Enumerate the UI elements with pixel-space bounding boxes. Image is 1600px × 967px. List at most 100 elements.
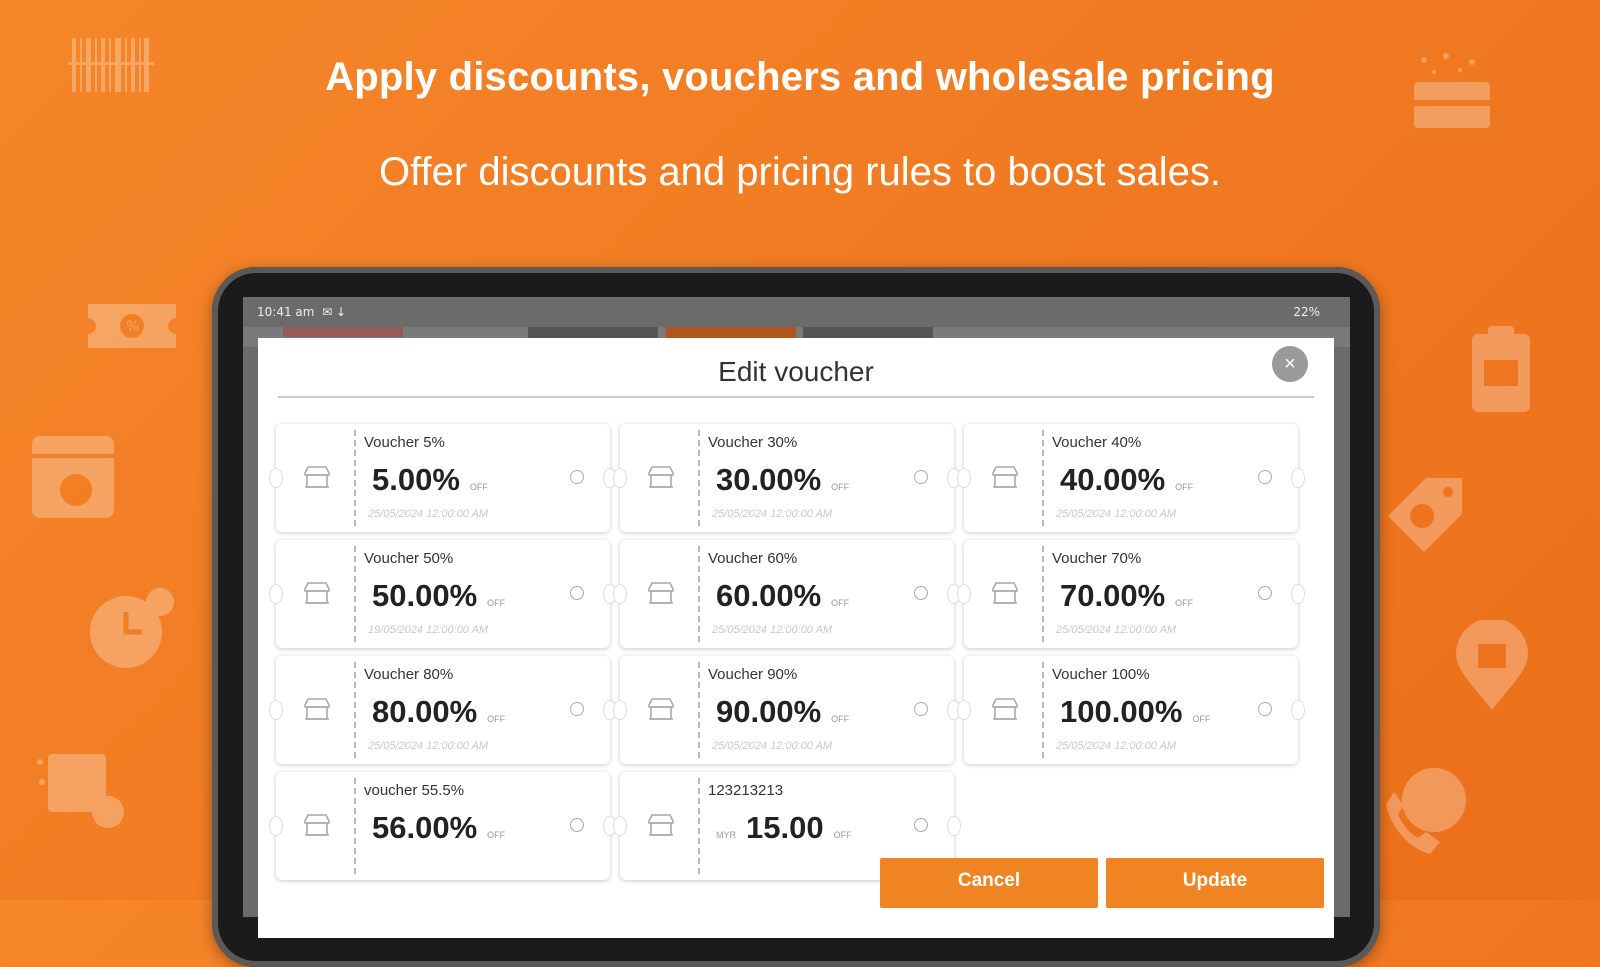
voucher-value: 80.00%: [372, 694, 478, 729]
voucher-value: 15.00: [746, 810, 824, 845]
coupon-ticket-icon: %: [84, 290, 180, 362]
ticket-notch: [957, 468, 971, 488]
ticket-divider: [354, 546, 356, 642]
voucher-value-row: 80.00% OFF: [372, 694, 505, 730]
ticket-notch: [269, 816, 283, 836]
status-bar: 10:41 am ✉ ↓ 22%: [243, 297, 1350, 327]
radio-icon[interactable]: [914, 470, 928, 484]
phone-24-icon: [1380, 764, 1470, 856]
voucher-off-label: OFF: [831, 714, 850, 724]
ticket-notch: [1291, 584, 1305, 604]
radio-icon[interactable]: [1258, 586, 1272, 600]
ticket-notch: [269, 584, 283, 604]
ticket-divider: [698, 546, 700, 642]
ticket-divider: [698, 778, 700, 874]
voucher-card[interactable]: Voucher 50% 50.00% OFF 19/05/2024 12:00:00 …: [269, 540, 617, 648]
edit-voucher-dialog: Edit voucher × Voucher 5% 5.00% OFF 25/05/2…: [258, 338, 1334, 938]
voucher-off-label: OFF: [1192, 714, 1211, 724]
store-icon: [992, 466, 1018, 488]
voucher-value: 5.00%: [372, 462, 460, 497]
radio-icon[interactable]: [914, 586, 928, 600]
ticket-notch: [957, 700, 971, 720]
radio-icon[interactable]: [570, 470, 584, 484]
voucher-card[interactable]: Voucher 90% 90.00% OFF 25/05/2024 12:00:00 …: [613, 656, 961, 764]
radio-icon[interactable]: [1258, 702, 1272, 716]
update-button[interactable]: Update: [1106, 858, 1324, 908]
voucher-name: Voucher 100%: [1052, 666, 1150, 683]
ticket-notch: [1291, 700, 1305, 720]
ticket-notch: [613, 468, 627, 488]
voucher-expiry-date: 25/05/2024 12:00:00 AM: [712, 740, 833, 752]
clock-24-icon: [86, 586, 178, 672]
voucher-off-label: OFF: [487, 830, 506, 840]
ticket-divider: [354, 662, 356, 758]
voucher-value-row: 50.00% OFF: [372, 578, 505, 614]
voucher-value-row: 70.00% OFF: [1060, 578, 1193, 614]
status-time: 10:41 am: [257, 305, 315, 319]
voucher-name: Voucher 50%: [364, 550, 454, 567]
radio-icon[interactable]: [570, 702, 584, 716]
voucher-name: Voucher 40%: [1052, 434, 1142, 451]
voucher-off-label: OFF: [487, 714, 506, 724]
price-tag-icon: [1382, 472, 1468, 558]
voucher-value: 50.00%: [372, 578, 478, 613]
voucher-currency: MYR: [716, 830, 736, 840]
voucher-expiry-date: 25/05/2024 12:00:00 AM: [1056, 740, 1177, 752]
voucher-expiry-date: 19/05/2024 12:00:00 AM: [368, 624, 489, 636]
voucher-value-row: 90.00% OFF: [716, 694, 849, 730]
voucher-value-row: MYR 15.00 OFF: [716, 810, 852, 846]
radio-icon[interactable]: [570, 818, 584, 832]
app-logo: [283, 327, 403, 337]
radio-icon[interactable]: [914, 702, 928, 716]
voucher-name: Voucher 30%: [708, 434, 798, 451]
dialog-title: Edit voucher: [718, 356, 874, 387]
hero-headline: Apply discounts, vouchers and wholesale …: [325, 55, 1275, 99]
store-icon: [648, 582, 674, 604]
ticket-notch: [1291, 468, 1305, 488]
ticket-notch: [613, 584, 627, 604]
ticket-notch: [613, 700, 627, 720]
svg-text:%: %: [126, 319, 139, 335]
voucher-card[interactable]: Voucher 5% 5.00% OFF 25/05/2024 12:00:00 AM: [269, 424, 617, 532]
voucher-card[interactable]: Voucher 40% 40.00% OFF 25/05/2024 12:00:00 …: [957, 424, 1305, 532]
voucher-off-label: OFF: [831, 598, 850, 608]
voucher-off-label: OFF: [833, 830, 852, 840]
ticket-divider: [1042, 546, 1044, 642]
voucher-name: Voucher 80%: [364, 666, 454, 683]
voucher-off-label: OFF: [1175, 482, 1194, 492]
radio-icon[interactable]: [1258, 470, 1272, 484]
voucher-off-label: OFF: [469, 482, 488, 492]
voucher-off-label: OFF: [1175, 598, 1194, 608]
store-icon: [648, 698, 674, 720]
browser-check-icon: [30, 432, 118, 522]
voucher-card[interactable]: Voucher 30% 30.00% OFF 25/05/2024 12:00:00 …: [613, 424, 961, 532]
store-icon: [304, 814, 330, 836]
ticket-divider: [1042, 662, 1044, 758]
clipboard-icon: [1466, 324, 1536, 416]
voucher-card[interactable]: Voucher 80% 80.00% OFF 25/05/2024 12:00:00 …: [269, 656, 617, 764]
battery-level: 22%: [1293, 305, 1320, 319]
radio-icon[interactable]: [914, 818, 928, 832]
voucher-value-row: 5.00% OFF: [372, 462, 488, 498]
voucher-card[interactable]: voucher 55.5% 56.00% OFF: [269, 772, 617, 880]
cancel-button[interactable]: Cancel: [880, 858, 1098, 908]
voucher-name: Voucher 60%: [708, 550, 798, 567]
radio-icon[interactable]: [570, 586, 584, 600]
store-icon: [992, 698, 1018, 720]
ticket-notch: [613, 816, 627, 836]
voucher-name: Voucher 90%: [708, 666, 798, 683]
voucher-card[interactable]: Voucher 60% 60.00% OFF 25/05/2024 12:00:00 …: [613, 540, 961, 648]
store-icon: [648, 814, 674, 836]
voucher-expiry-date: 25/05/2024 12:00:00 AM: [1056, 624, 1177, 636]
store-icon: [648, 466, 674, 488]
voucher-expiry-date: 25/05/2024 12:00:00 AM: [368, 740, 489, 752]
close-icon[interactable]: ×: [1272, 346, 1308, 382]
voucher-name: Voucher 5%: [364, 434, 445, 451]
voucher-name: 123213213: [708, 782, 784, 799]
ticket-notch: [269, 700, 283, 720]
voucher-expiry-date: 25/05/2024 12:00:00 AM: [712, 508, 833, 520]
barcode-icon: [68, 24, 154, 106]
voucher-card[interactable]: Voucher 100% 100.00% OFF 25/05/2024 12:00:0…: [957, 656, 1305, 764]
gift-card-icon: [1410, 50, 1494, 134]
voucher-card[interactable]: Voucher 70% 70.00% OFF 25/05/2024 12:00:00 …: [957, 540, 1305, 648]
